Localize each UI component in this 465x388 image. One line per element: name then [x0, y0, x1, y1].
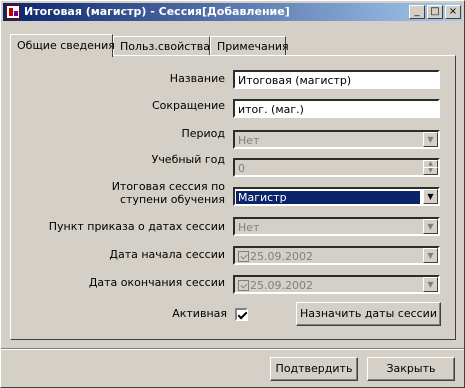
active-label: Активная — [172, 307, 227, 320]
footer-divider — [1, 348, 464, 350]
academic-year-label: Учебный год — [151, 153, 225, 166]
title-bar[interactable]: Итоговая (магистр) - Сессия[Добавление] … — [3, 3, 462, 21]
start-date-checkbox[interactable] — [238, 251, 249, 262]
final-session-label-line1: Итоговая сессия по — [111, 180, 225, 193]
start-date-value: 25.09.2002 — [250, 250, 313, 263]
order-item-value: Нет — [238, 221, 260, 234]
close-dialog-button[interactable]: Закрыть — [367, 357, 455, 381]
name-input[interactable]: Итоговая (магистр) — [233, 70, 440, 89]
tab-user-properties[interactable]: Польз.свойства — [113, 36, 210, 55]
academic-year-spinner[interactable]: 0 ▲ ▼ — [233, 158, 440, 177]
end-date-label: Дата окончания сессии — [88, 276, 225, 289]
end-date-picker[interactable]: 25.09.2002 ▼ — [233, 275, 440, 294]
period-value: Нет — [238, 134, 260, 147]
start-date-label: Дата начала сессии — [109, 248, 225, 261]
confirm-button[interactable]: Подтвердить — [270, 357, 358, 381]
period-label: Период — [181, 127, 225, 140]
start-date-picker[interactable]: 25.09.2002 ▼ — [233, 246, 440, 265]
active-checkbox[interactable] — [235, 308, 248, 321]
period-select[interactable]: Нет ▼ — [233, 130, 440, 149]
tab-notes[interactable]: Примечания — [210, 36, 289, 55]
final-session-value: Магистр — [235, 190, 421, 204]
academic-year-value: 0 — [238, 162, 245, 175]
chevron-down-icon: ▼ — [423, 248, 438, 263]
abbreviation-label: Сокращение — [151, 99, 225, 112]
abbreviation-input[interactable]: итог. (маг.) — [233, 99, 440, 118]
chevron-down-icon: ▼ — [423, 219, 438, 234]
app-icon[interactable] — [6, 5, 20, 19]
order-item-select[interactable]: Нет ▼ — [233, 217, 440, 236]
minimize-button[interactable]: _ — [409, 5, 425, 19]
chevron-down-icon: ▼ — [423, 132, 438, 147]
order-item-label: Пункт приказа о датах сессии — [48, 220, 225, 233]
maximize-button[interactable]: □ — [427, 5, 443, 19]
chevron-down-icon: ▼ — [423, 189, 438, 204]
assign-session-dates-button[interactable]: Назначить даты сессии — [296, 302, 441, 326]
end-date-checkbox[interactable] — [238, 280, 249, 291]
chevron-down-icon: ▼ — [423, 277, 438, 292]
close-button[interactable]: × — [445, 5, 461, 19]
final-session-label-line2: ступени обучения — [119, 193, 225, 206]
name-label: Название — [169, 72, 225, 85]
tab-general[interactable]: Общие сведения — [10, 34, 115, 57]
final-session-select[interactable]: Магистр ▼ — [233, 187, 440, 206]
end-date-value: 25.09.2002 — [250, 279, 313, 292]
dialog-window: Итоговая (магистр) - Сессия[Добавление] … — [0, 0, 465, 388]
window-title: Итоговая (магистр) - Сессия[Добавление] — [24, 5, 290, 18]
spin-down-icon[interactable]: ▼ — [423, 167, 438, 175]
